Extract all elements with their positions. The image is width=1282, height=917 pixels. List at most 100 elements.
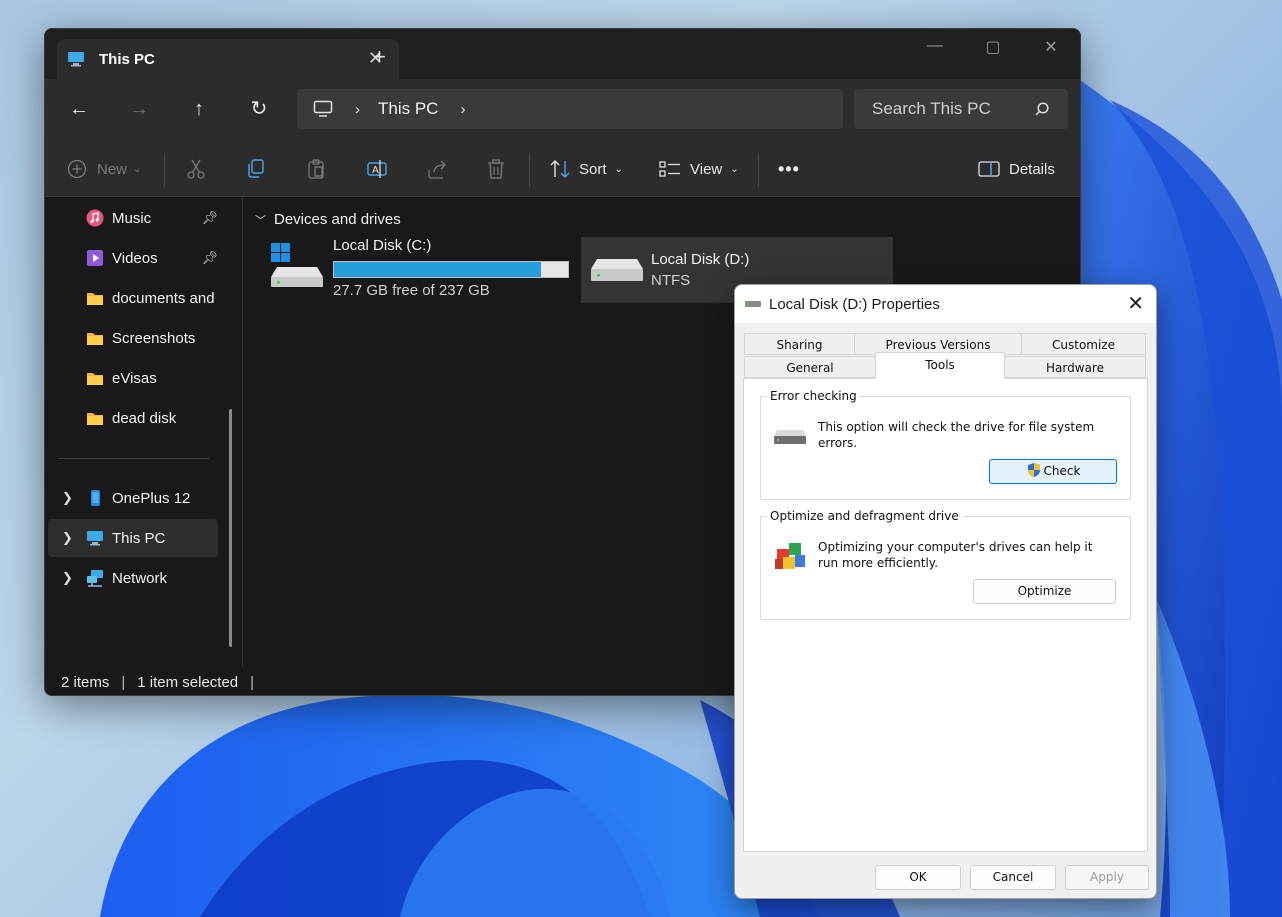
toolbar-separator xyxy=(529,153,530,187)
sidebar-item-oneplus-12[interactable]: ❯ OnePlus 12 xyxy=(48,479,218,517)
monitor-icon xyxy=(313,100,333,117)
error-checking-description: This option will check the drive for fil… xyxy=(818,420,1095,450)
search-input[interactable]: Search This PC xyxy=(872,99,1034,119)
close-dialog-button[interactable]: ✕ xyxy=(1127,291,1144,315)
search-icon xyxy=(1035,102,1049,116)
navigation-pane: Music 📌︎ Videos 📌︎ documents and Screens… xyxy=(45,197,245,667)
phone-icon xyxy=(91,490,100,506)
selection-count: 1 item selected xyxy=(137,673,239,691)
close-window-button[interactable]: ✕ xyxy=(1031,37,1071,57)
sidebar-item-this-pc[interactable]: ❯ This PC xyxy=(48,519,218,557)
cancel-button[interactable]: Cancel xyxy=(970,865,1056,890)
devices-and-drives-header[interactable]: ﹀ Devices and drives xyxy=(255,211,401,228)
chevron-down-icon: ﹀ xyxy=(255,214,266,227)
pin-icon[interactable]: 📌︎ xyxy=(201,250,218,266)
sort-button[interactable]: Sort ⌄ xyxy=(549,157,623,181)
sidebar-item-network[interactable]: ❯ Network xyxy=(48,559,218,597)
rename-icon: A xyxy=(367,160,387,178)
chevron-right-icon[interactable]: › xyxy=(460,101,465,118)
sidebar-item-videos[interactable]: Videos 📌︎ xyxy=(48,239,218,277)
sidebar-item-documents-and[interactable]: documents and xyxy=(48,279,218,317)
sidebar-scrollbar[interactable] xyxy=(229,409,232,647)
sort-icon xyxy=(550,160,570,178)
tab-general[interactable]: General xyxy=(744,356,876,378)
computer-icon xyxy=(68,52,84,67)
copy-button[interactable] xyxy=(246,157,266,181)
check-button[interactable]: Check xyxy=(989,459,1117,484)
pane-splitter[interactable] xyxy=(242,197,243,667)
title-bar: This PC ✕ + — ▢ ✕ xyxy=(45,29,1080,79)
tab-customize[interactable]: Customize xyxy=(1021,333,1146,355)
sidebar-item-evisas[interactable]: eVisas xyxy=(48,359,218,397)
ok-button[interactable]: OK xyxy=(875,865,961,890)
plus-circle-icon xyxy=(67,159,87,179)
apply-button[interactable]: Apply xyxy=(1065,865,1149,890)
drive-c-free-space: 27.7 GB free of 237 GB xyxy=(333,282,490,299)
hard-drive-windows-icon xyxy=(271,243,323,287)
cut-button[interactable] xyxy=(186,157,206,181)
toolbar-separator xyxy=(758,153,759,187)
copy-icon xyxy=(248,159,264,178)
pin-icon[interactable]: 📌︎ xyxy=(201,210,218,226)
view-button[interactable]: View ⌄ xyxy=(659,157,739,181)
maximize-button[interactable]: ▢ xyxy=(973,37,1013,57)
optimize-group: Optimize and defragment drive Optimizing… xyxy=(760,509,1131,620)
tab-this-pc[interactable]: This PC ✕ xyxy=(57,39,399,79)
share-button[interactable] xyxy=(426,157,448,181)
folder-icon xyxy=(87,293,103,305)
sidebar-item-screenshots[interactable]: Screenshots xyxy=(48,319,218,357)
chevron-right-icon[interactable]: ❯ xyxy=(62,530,73,546)
sidebar-divider xyxy=(59,458,209,459)
sidebar-item-music[interactable]: Music 📌︎ xyxy=(48,199,218,237)
dialog-title: Local Disk (D:) Properties xyxy=(769,295,940,313)
sidebar-item-label: This PC xyxy=(112,529,166,547)
forward-button[interactable]: → xyxy=(124,94,154,124)
check-label: Check xyxy=(1043,464,1081,478)
drive-c-capacity-bar xyxy=(333,261,569,278)
delete-button[interactable] xyxy=(486,157,506,181)
tab-tools[interactable]: Tools xyxy=(875,352,1005,379)
more-options-button[interactable]: ••• xyxy=(778,157,800,181)
sidebar-item-label: documents and xyxy=(112,289,215,307)
drive-d-filesystem: NTFS xyxy=(651,272,691,289)
item-count: 2 items xyxy=(61,673,110,691)
view-list-icon xyxy=(659,161,680,177)
scissors-icon xyxy=(187,159,205,179)
chevron-right-icon[interactable]: › xyxy=(355,101,360,118)
up-button[interactable]: ↑ xyxy=(184,94,214,124)
drive-c-item[interactable]: Local Disk (C:) 27.7 GB free of 237 GB xyxy=(267,237,577,307)
sidebar-item-dead-disk[interactable]: dead disk xyxy=(48,399,218,437)
status-separator: | xyxy=(121,673,126,691)
search-box[interactable]: Search This PC xyxy=(854,89,1068,129)
dialog-title-bar: Local Disk (D:) Properties ✕ xyxy=(735,285,1156,323)
sidebar-item-label: eVisas xyxy=(112,369,157,387)
paste-button[interactable] xyxy=(306,157,326,181)
rename-button[interactable]: A xyxy=(366,157,388,181)
sort-label: Sort xyxy=(579,160,607,178)
chevron-right-icon[interactable]: ❯ xyxy=(62,570,73,586)
details-button[interactable]: Details xyxy=(978,157,1055,181)
chevron-down-icon: ⌄ xyxy=(730,163,739,175)
new-button[interactable]: New ⌄ xyxy=(67,157,141,181)
sidebar-item-label: Videos xyxy=(112,249,158,267)
details-label: Details xyxy=(1009,160,1055,178)
group-title: Error checking xyxy=(767,389,860,403)
tab-sharing[interactable]: Sharing xyxy=(744,333,855,355)
back-button[interactable]: ← xyxy=(64,94,94,124)
tab-title: This PC xyxy=(99,50,155,68)
minimize-button[interactable]: — xyxy=(915,37,955,55)
new-tab-button[interactable]: + xyxy=(373,46,386,68)
navigation-bar: ← → ↑ ↻ › This PC › Search This PC xyxy=(45,79,1080,139)
error-checking-group: Error checking This option will check th… xyxy=(760,389,1131,500)
sidebar-item-label: dead disk xyxy=(112,409,177,427)
drive-icon xyxy=(774,430,806,444)
address-bar[interactable]: › This PC › xyxy=(297,89,843,129)
tab-hardware[interactable]: Hardware xyxy=(1004,356,1146,378)
optimize-button[interactable]: Optimize xyxy=(973,579,1116,604)
defragment-icon xyxy=(775,543,805,569)
section-title: Devices and drives xyxy=(274,211,401,228)
clipboard-icon xyxy=(308,159,324,179)
breadcrumb-this-pc[interactable]: This PC xyxy=(378,99,438,119)
chevron-right-icon[interactable]: ❯ xyxy=(62,490,73,506)
refresh-button[interactable]: ↻ xyxy=(244,94,274,124)
